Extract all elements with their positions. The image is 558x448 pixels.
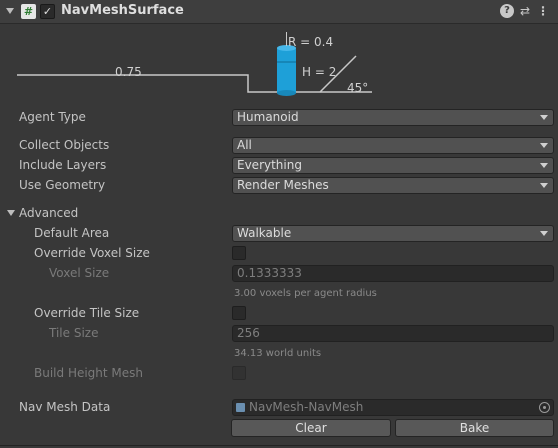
voxel-size-label: Voxel Size (49, 266, 110, 280)
tile-size-field[interactable]: 256 (232, 325, 554, 342)
include-layers-dropdown[interactable]: Everything (232, 157, 554, 174)
override-tile-size-checkbox[interactable] (232, 306, 246, 320)
use-geometry-value: Render Meshes (237, 178, 329, 192)
advanced-foldout-arrow-icon[interactable] (7, 210, 15, 216)
default-area-dropdown[interactable]: Walkable (232, 225, 554, 242)
build-height-mesh-label: Build Height Mesh (34, 366, 144, 380)
component-title: NavMeshSurface (61, 3, 184, 18)
override-tile-size-label: Override Tile Size (34, 306, 140, 320)
preset-icon[interactable]: ⇄ (518, 4, 532, 18)
voxel-size-field[interactable]: 0.1333333 (232, 265, 554, 282)
navmesh-asset-icon (236, 403, 245, 412)
use-geometry-label: Use Geometry (19, 178, 106, 192)
clear-button[interactable]: Clear (231, 419, 391, 437)
script-icon: # (21, 4, 36, 19)
include-layers-value: Everything (237, 158, 302, 172)
dropdown-arrow-icon (540, 163, 548, 168)
override-voxel-size-checkbox[interactable] (232, 246, 246, 260)
agent-type-dropdown[interactable]: Humanoid (232, 109, 554, 126)
override-voxel-size-label: Override Voxel Size (34, 246, 150, 260)
inspector-divider (0, 445, 558, 446)
agent-type-label: Agent Type (19, 110, 86, 124)
agent-diagram-graphic (17, 32, 372, 96)
include-layers-label: Include Layers (19, 158, 107, 172)
foldout-arrow-icon[interactable] (6, 8, 14, 14)
dropdown-arrow-icon (540, 115, 548, 120)
collect-objects-label: Collect Objects (19, 138, 110, 152)
dropdown-arrow-icon (540, 231, 548, 236)
collect-objects-value: All (237, 138, 252, 152)
use-geometry-dropdown[interactable]: Render Meshes (232, 177, 554, 194)
bake-button[interactable]: Bake (395, 419, 554, 437)
help-icon[interactable]: ? (500, 4, 514, 18)
build-height-mesh-checkbox (232, 366, 246, 380)
collect-objects-dropdown[interactable]: All (232, 137, 554, 154)
nav-mesh-data-value: NavMesh-NavMesh (249, 400, 364, 414)
context-menu-icon[interactable]: ⋮ (536, 4, 550, 18)
default-area-label: Default Area (34, 226, 110, 240)
agent-height-label: H = 2 (302, 65, 337, 79)
agent-radius-label: R = 0.4 (288, 35, 334, 49)
tile-size-hint: 34.13 world units (234, 348, 322, 359)
dropdown-arrow-icon (540, 183, 548, 188)
agent-type-value: Humanoid (237, 110, 299, 124)
component-enable-checkbox[interactable]: ✓ (40, 4, 55, 19)
default-area-value: Walkable (237, 226, 292, 240)
voxel-size-hint: 3.00 voxels per agent radius (234, 288, 377, 299)
nav-mesh-data-field[interactable]: NavMesh-NavMesh (232, 399, 554, 416)
component-header: # ✓ NavMeshSurface ? ⇄ ⋮ (0, 0, 558, 24)
advanced-section-label[interactable]: Advanced (19, 206, 78, 220)
nav-mesh-data-label: Nav Mesh Data (19, 400, 111, 414)
tile-size-label: Tile Size (49, 326, 99, 340)
object-picker-icon[interactable] (539, 402, 550, 413)
max-slope-label: 45° (347, 81, 369, 95)
dropdown-arrow-icon (540, 143, 548, 148)
agent-diagram: R = 0.4 H = 2 0.75 45° (0, 28, 558, 108)
step-height-label: 0.75 (115, 65, 142, 79)
